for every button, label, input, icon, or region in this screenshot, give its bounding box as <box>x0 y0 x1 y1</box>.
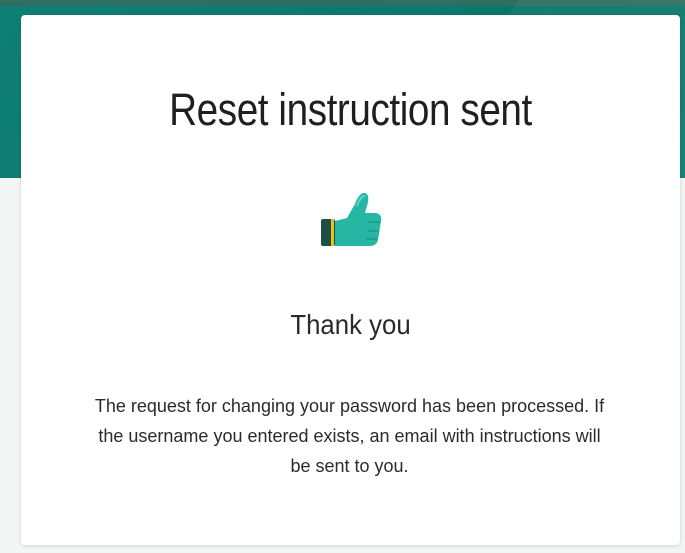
confirmation-message: The request for changing your password h… <box>94 396 605 476</box>
confirmation-card: Reset instruction sent Thank you The req… <box>21 15 680 545</box>
thank-you-heading: Thank you <box>290 309 411 340</box>
thumbs-up-icon <box>321 192 382 246</box>
page: Reset instruction sent Thank you The req… <box>0 0 685 553</box>
thumb-icon-band <box>331 219 334 246</box>
page-title: Reset instruction sent <box>169 84 532 135</box>
